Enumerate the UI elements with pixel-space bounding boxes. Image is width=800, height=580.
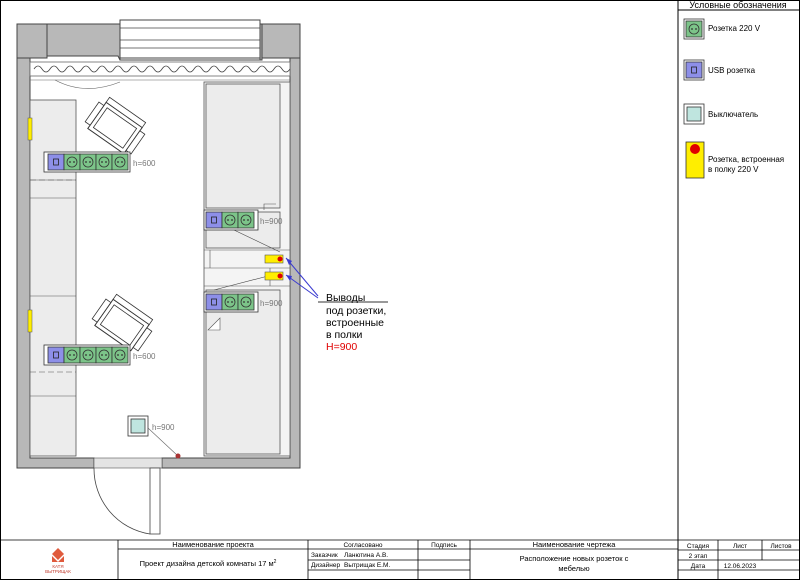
socket-group-desk-bottom xyxy=(43,344,131,366)
callout-line-2: под розетки, xyxy=(326,305,386,317)
window xyxy=(119,19,261,59)
drawing-header: Наименование чертежа xyxy=(533,540,617,549)
date-header: Дата xyxy=(691,563,706,570)
sheet-header: Лист xyxy=(733,543,747,550)
legend-socket-label: Розетка 220 V xyxy=(708,24,761,33)
legend-socket-icon xyxy=(683,18,705,40)
floor-plan-drawing: h=600 h=600 h=900 h=900 h=900 Выводы под… xyxy=(0,0,800,580)
date-value: 12.06.2023 xyxy=(724,563,757,570)
sheets-header: Листов xyxy=(770,543,792,550)
door xyxy=(93,457,163,535)
chair-top xyxy=(82,93,152,158)
callout-height: H=900 xyxy=(326,341,357,353)
title-block-grid xyxy=(0,539,800,580)
legend-usb-label: USB розетка xyxy=(708,66,756,75)
height-label-desk-top: h=600 xyxy=(133,159,156,168)
project-header: Наименование проекта xyxy=(172,540,254,549)
socket-group-desk-top xyxy=(43,151,131,173)
drawing-name-2: мебелью xyxy=(558,564,590,573)
stage-header: Стадия xyxy=(687,543,710,550)
height-label-wardrobe-mid: h=900 xyxy=(260,299,283,308)
callout-line-3: встроенные xyxy=(326,317,384,329)
agreed-header: Согласовано xyxy=(343,542,382,549)
legend-shelf-label-1: Розетка, встроенная xyxy=(708,155,784,164)
logo-text-2: ВЫТРИЩАК xyxy=(45,569,71,574)
socket-group-wardrobe-mid xyxy=(203,291,259,313)
customer-name: Ланютина А.В. xyxy=(344,552,388,559)
callout-line-1: Выводы xyxy=(326,292,365,304)
signature-header: Подпись xyxy=(431,542,457,549)
designer-name: Вытрищак Е.М. xyxy=(344,562,390,569)
socket-group-wardrobe-top xyxy=(203,209,259,231)
sheet-border xyxy=(0,0,800,580)
studio-logo-icon xyxy=(52,548,64,562)
legend-usb-icon xyxy=(683,59,705,81)
legend-switch-label: Выключатель xyxy=(708,110,758,119)
designer-role: Дизайнер xyxy=(311,561,340,569)
height-label-wardrobe-top: h=900 xyxy=(260,217,283,226)
customer-role: Заказчик xyxy=(311,552,338,559)
wardrobe xyxy=(203,81,291,457)
legend-panel xyxy=(677,1,799,579)
drawing-name-1: Расположение новых розеток с xyxy=(520,554,629,563)
project-name: Проект дизайна детской комнаты 17 м2 xyxy=(140,559,277,568)
legend-switch-icon xyxy=(683,103,705,125)
height-label-desk-bottom: h=600 xyxy=(133,352,156,361)
legend-title: Условные обозначения xyxy=(689,0,786,10)
legend-shelf-socket-icon xyxy=(685,141,705,179)
callout-line-4: в полки xyxy=(326,329,363,341)
stage-value: 2 этап xyxy=(689,553,708,560)
height-label-switch: h=900 xyxy=(152,423,175,432)
legend-shelf-label-2: в полку 220 V xyxy=(708,165,759,174)
